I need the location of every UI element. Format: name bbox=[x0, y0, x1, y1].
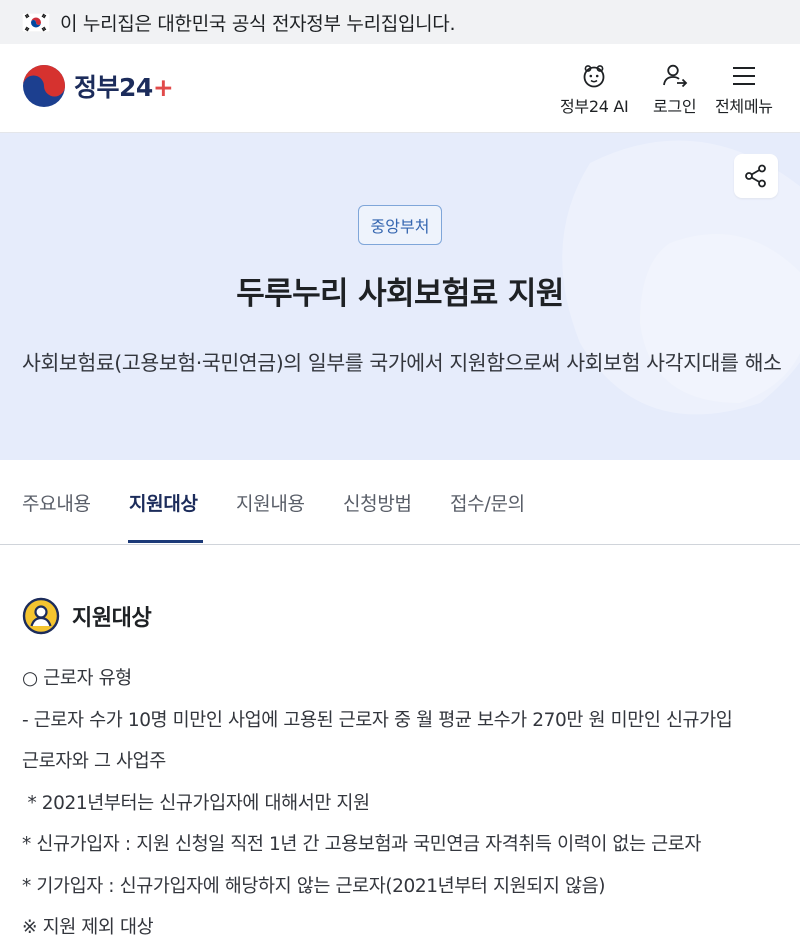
content-line: * 신규가입자 : 지원 신청일 직전 1년 간 고용보험과 국민연금 자격취득… bbox=[22, 834, 702, 855]
eligibility-content: ○ 근로자 유형 - 근로자 수가 10명 미만인 사업에 고용된 근로자 중 … bbox=[22, 658, 782, 949]
content-line: - 근로자 수가 10명 미만인 사업에 고용된 근로자 중 월 평균 보수가 … bbox=[22, 709, 733, 731]
site-header: 정부24+ 정부24 AI 로그인 전체메뉴 bbox=[0, 44, 800, 133]
content-tabs: 주요내용 지원대상 지원내용 신청방법 접수/문의 bbox=[0, 460, 800, 545]
ai-mascot-icon bbox=[583, 65, 605, 88]
tab-eligibility[interactable]: 지원대상 bbox=[129, 460, 198, 544]
active-tab-indicator bbox=[128, 540, 203, 543]
tab-main-content[interactable]: 주요내용 bbox=[22, 460, 91, 544]
content-line: 근로자와 그 사업주 bbox=[22, 751, 166, 772]
share-icon bbox=[745, 164, 766, 188]
hamburger-menu-icon bbox=[732, 67, 755, 85]
tab-contact[interactable]: 접수/문의 bbox=[450, 460, 525, 544]
user-login-icon bbox=[662, 64, 687, 88]
page-title: 두루누리 사회보험료 지원 bbox=[236, 276, 564, 312]
login-button[interactable]: 로그인 bbox=[653, 62, 697, 117]
official-site-banner: 이 누리집은 대한민국 공식 전자정부 누리집입니다. bbox=[0, 0, 800, 44]
korea-flag-icon bbox=[22, 12, 50, 32]
tab-how-to-apply[interactable]: 신청방법 bbox=[343, 460, 412, 544]
official-site-text: 이 누리집은 대한민국 공식 전자정부 누리집입니다. bbox=[60, 12, 456, 35]
content-line: ○ 근로자 유형 bbox=[22, 668, 132, 689]
ministry-category-badge: 중앙부처 bbox=[358, 205, 442, 245]
gov24-logo[interactable]: 정부24+ bbox=[22, 64, 174, 108]
share-button[interactable] bbox=[734, 154, 778, 198]
content-line: * 기가입자 : 신규가입자에 해당하지 않는 근로자(2021년부터 지원되지… bbox=[22, 875, 606, 897]
tab-support-details[interactable]: 지원내용 bbox=[236, 460, 305, 544]
taegeuk-emblem-icon bbox=[23, 65, 65, 107]
ai-button-label: 정부24 AI bbox=[560, 97, 629, 116]
content-line: * 2021년부터는 신규가입자에 대해서만 지원 bbox=[22, 792, 370, 814]
section-header: 지원대상 bbox=[22, 597, 152, 635]
logo-wordmark: 정부24+ bbox=[74, 73, 174, 102]
user-circle-icon bbox=[22, 597, 60, 635]
service-description: 사회보험료(고용보험·국민연금)의 일부를 국가에서 지원함으로써 사회보험 사… bbox=[22, 351, 782, 375]
full-menu-button[interactable]: 전체메뉴 bbox=[715, 62, 773, 117]
login-button-label: 로그인 bbox=[653, 97, 697, 116]
menu-button-label: 전체메뉴 bbox=[715, 97, 773, 116]
gov24-ai-button[interactable]: 정부24 AI bbox=[560, 62, 629, 117]
section-title: 지원대상 bbox=[72, 606, 152, 631]
